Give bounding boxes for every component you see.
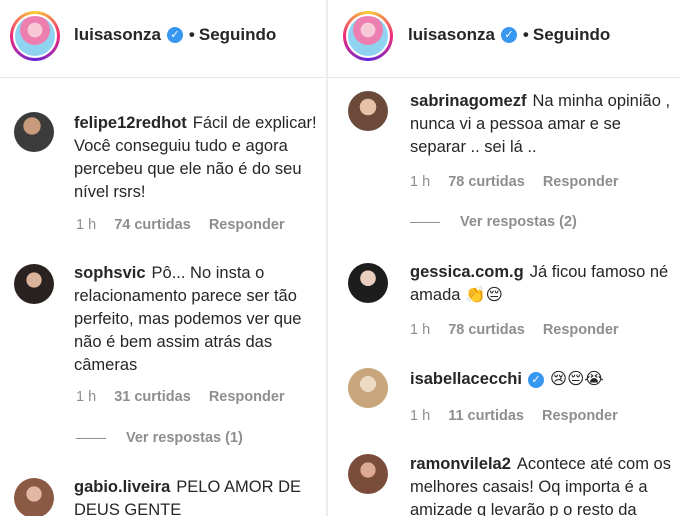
reply-button[interactable]: Responder: [543, 322, 619, 338]
header-separator: •: [188, 25, 195, 44]
view-replies-button[interactable]: Ver respostas (1): [76, 430, 243, 446]
comment-username[interactable]: felipe12redhot: [74, 114, 187, 132]
reply-button[interactable]: Responder: [209, 389, 285, 405]
comment-username[interactable]: gessica.com.g: [410, 263, 524, 281]
comments-panel-right: luisasonza ✓ • Seguindo sabrinagomezf Na …: [328, 0, 680, 516]
comment-time: 1 h: [76, 389, 97, 405]
replies-divider: [76, 437, 106, 439]
comment-likes[interactable]: 78 curtidas: [448, 322, 525, 338]
comment-username[interactable]: ramonvilela2: [410, 455, 511, 473]
comment-likes[interactable]: 31 curtidas: [114, 389, 191, 405]
profile-avatar[interactable]: [343, 11, 393, 61]
comment-likes[interactable]: 78 curtidas: [448, 174, 525, 190]
header-username[interactable]: luisasonza: [74, 25, 161, 45]
commenter-avatar[interactable]: [348, 263, 388, 303]
reply-button[interactable]: Responder: [209, 217, 285, 233]
commenter-avatar[interactable]: [348, 368, 388, 408]
comment-username[interactable]: isabellacecchi: [410, 368, 522, 391]
follow-button[interactable]: Seguindo: [199, 25, 276, 45]
view-replies-button[interactable]: Ver respostas (2): [410, 214, 577, 230]
comment-time: 1 h: [76, 217, 97, 233]
verified-badge-icon: ✓: [166, 27, 183, 43]
comment-text: 😢😔😭: [549, 370, 604, 388]
commenter-avatar[interactable]: [14, 264, 54, 304]
header-username[interactable]: luisasonza: [408, 25, 495, 45]
comment-username[interactable]: gabio.liveira: [74, 478, 170, 496]
comment-likes[interactable]: 74 curtidas: [114, 217, 191, 233]
view-replies-label: Ver respostas (2): [460, 214, 577, 230]
verified-badge-icon: ✓: [527, 371, 544, 388]
verified-badge-icon: ✓: [500, 27, 517, 43]
profile-avatar[interactable]: [10, 11, 60, 61]
replies-divider: [410, 221, 440, 223]
reply-button[interactable]: Responder: [543, 174, 619, 190]
commenter-avatar[interactable]: [348, 454, 388, 494]
comments-panel-left: luisasonza ✓ • Seguindo felipe12redhot Fá…: [0, 0, 326, 516]
post-header: luisasonza ✓ • Seguindo: [0, 0, 326, 78]
comment-username[interactable]: sophsvic: [74, 264, 146, 282]
header-separator: •: [522, 25, 529, 44]
follow-button[interactable]: Seguindo: [533, 25, 610, 45]
commenter-avatar[interactable]: [348, 91, 388, 131]
comment-time: 1 h: [410, 408, 431, 424]
commenter-avatar[interactable]: [14, 478, 54, 516]
commenter-avatar[interactable]: [14, 112, 54, 152]
view-replies-label: Ver respostas (1): [126, 430, 243, 446]
comment-likes[interactable]: 11 curtidas: [448, 408, 524, 424]
comment-time: 1 h: [410, 322, 431, 338]
post-header: luisasonza ✓ • Seguindo: [328, 0, 680, 78]
comment-time: 1 h: [410, 174, 431, 190]
reply-button[interactable]: Responder: [542, 408, 618, 424]
comment-username[interactable]: sabrinagomezf: [410, 92, 526, 110]
